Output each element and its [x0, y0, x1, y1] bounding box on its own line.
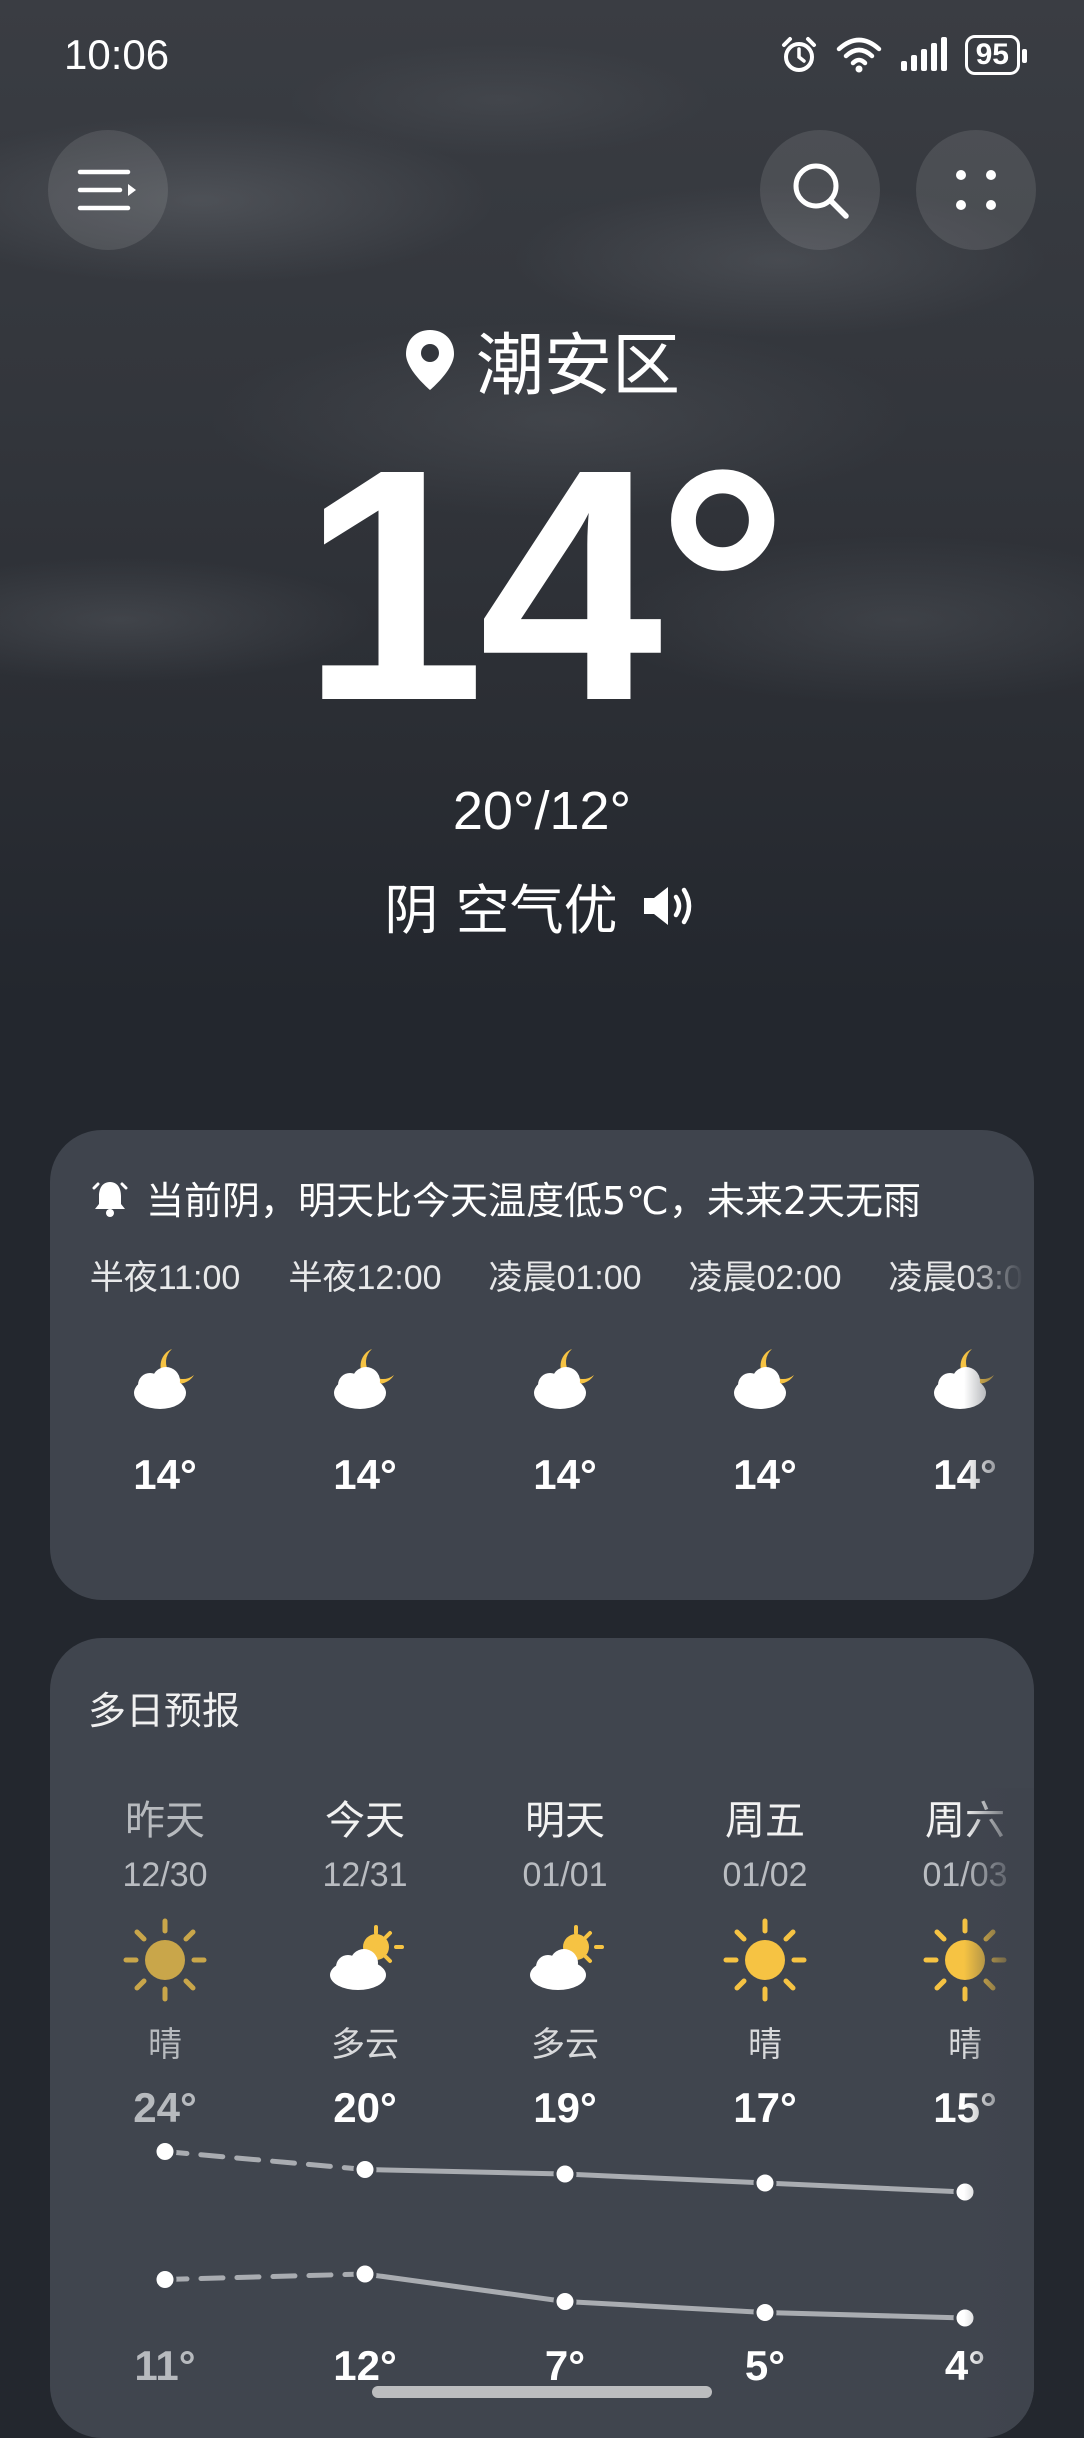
day-low: 5° [744, 2342, 786, 2389]
hour-item[interactable]: 半夜11:00 14° [65, 1250, 265, 1499]
low-temp-point [753, 2301, 777, 2324]
temperature-trend-chart [153, 2140, 977, 2330]
location-name: 潮安区 [475, 327, 680, 406]
menu-button[interactable] [48, 130, 168, 250]
low-temp-line-segment [162, 2271, 368, 2282]
day-low: 11° [134, 2342, 196, 2389]
forecast-card[interactable]: 多日预报 昨天 12/30 晴 24° 今天 12/31 多云 20° 明天 0… [50, 1638, 1034, 2438]
forecast-days[interactable]: 昨天 12/30 晴 24° 今天 12/31 多云 20° 明天 01/01 … [50, 1788, 1034, 2438]
alert-text: 当前阴，明天比今天温度低5℃，未来2天无雨 [146, 1179, 922, 1223]
speaker-icon[interactable] [640, 881, 700, 931]
high-temp-point [753, 2171, 777, 2195]
scroll-fade [964, 1788, 1034, 2438]
day-low: 7° [544, 2342, 586, 2389]
high-temp-line-segment [762, 2180, 968, 2195]
signal-icon [900, 37, 947, 71]
low-temp-point [153, 2268, 177, 2291]
alarm-icon [781, 37, 816, 72]
cloudy-night-icon [665, 1341, 865, 1421]
low-temp-line-segment [362, 2271, 568, 2304]
hourly-card[interactable]: 当前阴，明天比今天温度低5℃，未来2天无雨 半夜11:00 14° 半夜12:0… [50, 1130, 1034, 1600]
grid-dots-icon [956, 170, 996, 210]
wifi-icon [836, 37, 881, 73]
day-low: 12° [333, 2342, 397, 2389]
hour-item[interactable]: 凌晨02:00 14° [665, 1250, 865, 1499]
current-condition-row[interactable]: 阴 空气优 [0, 866, 1084, 945]
high-temp-point [353, 2158, 377, 2181]
search-icon [793, 163, 849, 219]
low-temp-line-segment [562, 2299, 768, 2315]
high-temp-line-segment [362, 2167, 568, 2177]
current-condition: 阴 空气优 [384, 879, 618, 942]
hour-item[interactable]: 凌晨01:00 14° [465, 1250, 665, 1499]
hourly-list[interactable]: 半夜11:00 14° 半夜12:00 14° 凌晨01:00 14° 凌晨02… [50, 1250, 1034, 1590]
hour-time: 半夜12:00 [288, 1259, 442, 1297]
hour-temp: 14° [333, 1451, 397, 1498]
hour-time: 半夜11:00 [89, 1259, 241, 1297]
hour-temp: 14° [733, 1451, 797, 1498]
bell-icon [92, 1181, 128, 1217]
status-bar: 10:06 95 [64, 28, 1028, 82]
status-icons: 95 [779, 35, 1028, 75]
cloudy-night-icon [65, 1341, 265, 1421]
low-temp-point [553, 2290, 577, 2313]
scroll-fade [964, 1250, 1034, 1590]
low-temp-line-segment [762, 2310, 968, 2321]
high-temp-point [553, 2162, 577, 2186]
cloudy-night-icon [265, 1341, 465, 1421]
high-temp-line-segment [562, 2171, 768, 2186]
current-hilo: 20°/12° [452, 781, 632, 841]
low-temp-point [353, 2262, 377, 2286]
hour-temp: 14° [533, 1451, 597, 1498]
location-pin-icon [405, 329, 454, 390]
weather-alert[interactable]: 当前阴，明天比今天温度低5℃，未来2天无雨 [90, 1170, 994, 1225]
location[interactable]: 潮安区 [0, 310, 1084, 409]
more-button[interactable] [916, 130, 1036, 250]
home-indicator[interactable] [372, 2386, 712, 2398]
cloudy-night-icon [465, 1341, 665, 1421]
status-time: 10:06 [64, 31, 170, 78]
battery-icon: 95 [964, 35, 1028, 75]
menu-icon [77, 169, 136, 211]
high-temp-line-segment [162, 2149, 368, 2172]
hour-temp: 14° [133, 1451, 197, 1498]
hour-item[interactable]: 半夜12:00 14° [265, 1250, 465, 1499]
hour-time: 凌晨02:00 [688, 1259, 842, 1297]
current-temperature: 14° [301, 400, 788, 769]
hour-time: 凌晨01:00 [488, 1259, 642, 1297]
high-temp-point [153, 2140, 177, 2163]
forecast-title: 多日预报 [88, 1689, 241, 1733]
search-button[interactable] [760, 130, 880, 250]
